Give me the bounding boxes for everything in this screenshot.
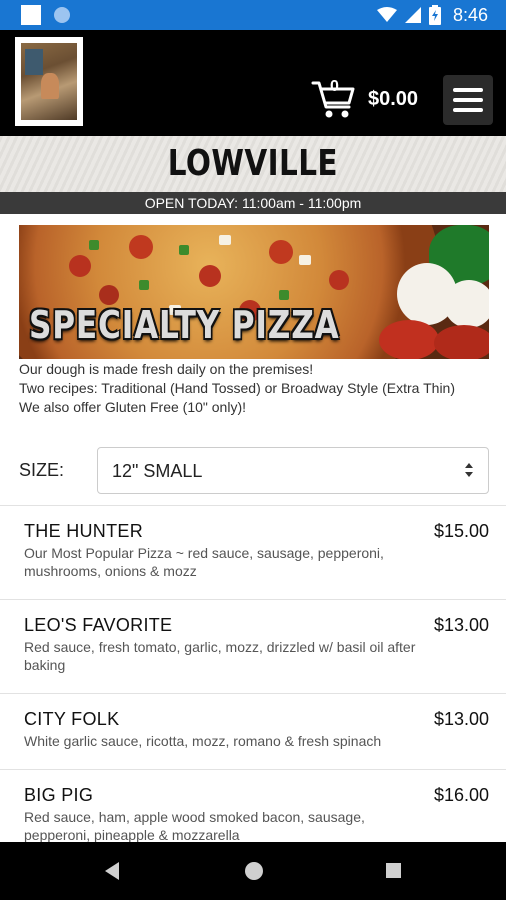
status-bar: 8:46 bbox=[0, 0, 506, 30]
menu-item-list: THE HUNTER $15.00 Our Most Popular Pizza… bbox=[0, 505, 506, 863]
notification-dot-icon bbox=[54, 7, 70, 23]
menu-item-price: $13.00 bbox=[433, 709, 489, 729]
cart-count: 0 bbox=[330, 78, 339, 95]
size-selected-value: 12" SMALL bbox=[112, 461, 203, 481]
cart-button[interactable]: 0 bbox=[311, 77, 357, 121]
menu-item-name: LEO'S FAVORITE bbox=[24, 615, 173, 635]
cart-total[interactable]: $0.00 bbox=[368, 88, 418, 111]
menu-item-description: Red sauce, ham, apple wood smoked bacon,… bbox=[24, 809, 365, 843]
menu-item-name: CITY FOLK bbox=[24, 709, 120, 729]
description-line: Our dough is made fresh daily on the pre… bbox=[19, 361, 314, 377]
hamburger-menu-button[interactable] bbox=[443, 75, 493, 125]
recent-apps-icon[interactable] bbox=[386, 863, 401, 878]
pepperoni-image bbox=[379, 320, 439, 359]
category-title: SPECIALTY PIZZA bbox=[29, 303, 340, 347]
select-arrows-icon bbox=[465, 463, 473, 477]
size-select[interactable]: 12" SMALL bbox=[97, 447, 489, 494]
clock: 8:46 bbox=[452, 4, 488, 25]
menu-item-name: THE HUNTER bbox=[24, 521, 143, 541]
menu-item-description: White garlic sauce, ricotta, mozz, roman… bbox=[24, 733, 382, 749]
garlic-image bbox=[444, 280, 489, 328]
menu-item[interactable]: CITY FOLK $13.00 White garlic sauce, ric… bbox=[0, 693, 506, 769]
menu-item-description: Our Most Popular Pizza ~ red sauce, saus… bbox=[24, 545, 384, 579]
menu-item-price: $16.00 bbox=[433, 785, 489, 805]
wifi-icon bbox=[376, 7, 397, 22]
back-icon[interactable] bbox=[105, 862, 119, 880]
menu-item-description: Red sauce, fresh tomato, garlic, mozz, d… bbox=[24, 639, 416, 673]
menu-item-price: $15.00 bbox=[433, 521, 489, 541]
status-icons: 8:46 bbox=[376, 0, 488, 30]
system-navigation-bar bbox=[0, 842, 506, 900]
size-label: SIZE: bbox=[19, 460, 65, 480]
battery-icon bbox=[428, 5, 441, 25]
menu-icon-bar bbox=[453, 98, 483, 102]
app-header: 0 $0.00 bbox=[0, 30, 506, 136]
restaurant-logo[interactable] bbox=[15, 37, 83, 126]
menu-item[interactable]: LEO'S FAVORITE $13.00 Red sauce, fresh t… bbox=[0, 599, 506, 693]
description-line: Two recipes: Traditional (Hand Tossed) o… bbox=[19, 380, 456, 396]
menu-item-name: BIG PIG bbox=[24, 785, 94, 805]
location-name: LOWVILLE bbox=[167, 143, 339, 184]
pepperoni-image bbox=[434, 325, 489, 359]
notification-icon bbox=[21, 5, 41, 25]
opening-hours: OPEN TODAY: 11:00am - 11:00pm bbox=[0, 192, 506, 214]
description-line: We also offer Gluten Free (10" only)! bbox=[19, 399, 247, 415]
location-banner: LOWVILLE bbox=[0, 136, 506, 192]
category-banner-image: SPECIALTY PIZZA bbox=[19, 225, 489, 359]
menu-item-price: $13.00 bbox=[433, 615, 489, 635]
menu-icon-bar bbox=[453, 108, 483, 112]
home-icon[interactable] bbox=[245, 862, 263, 880]
menu-icon-bar bbox=[453, 88, 483, 92]
menu-item[interactable]: THE HUNTER $15.00 Our Most Popular Pizza… bbox=[0, 505, 506, 599]
category-description: Our dough is made fresh daily on the pre… bbox=[19, 360, 489, 417]
logo-photo bbox=[21, 43, 77, 120]
signal-icon bbox=[404, 7, 421, 23]
